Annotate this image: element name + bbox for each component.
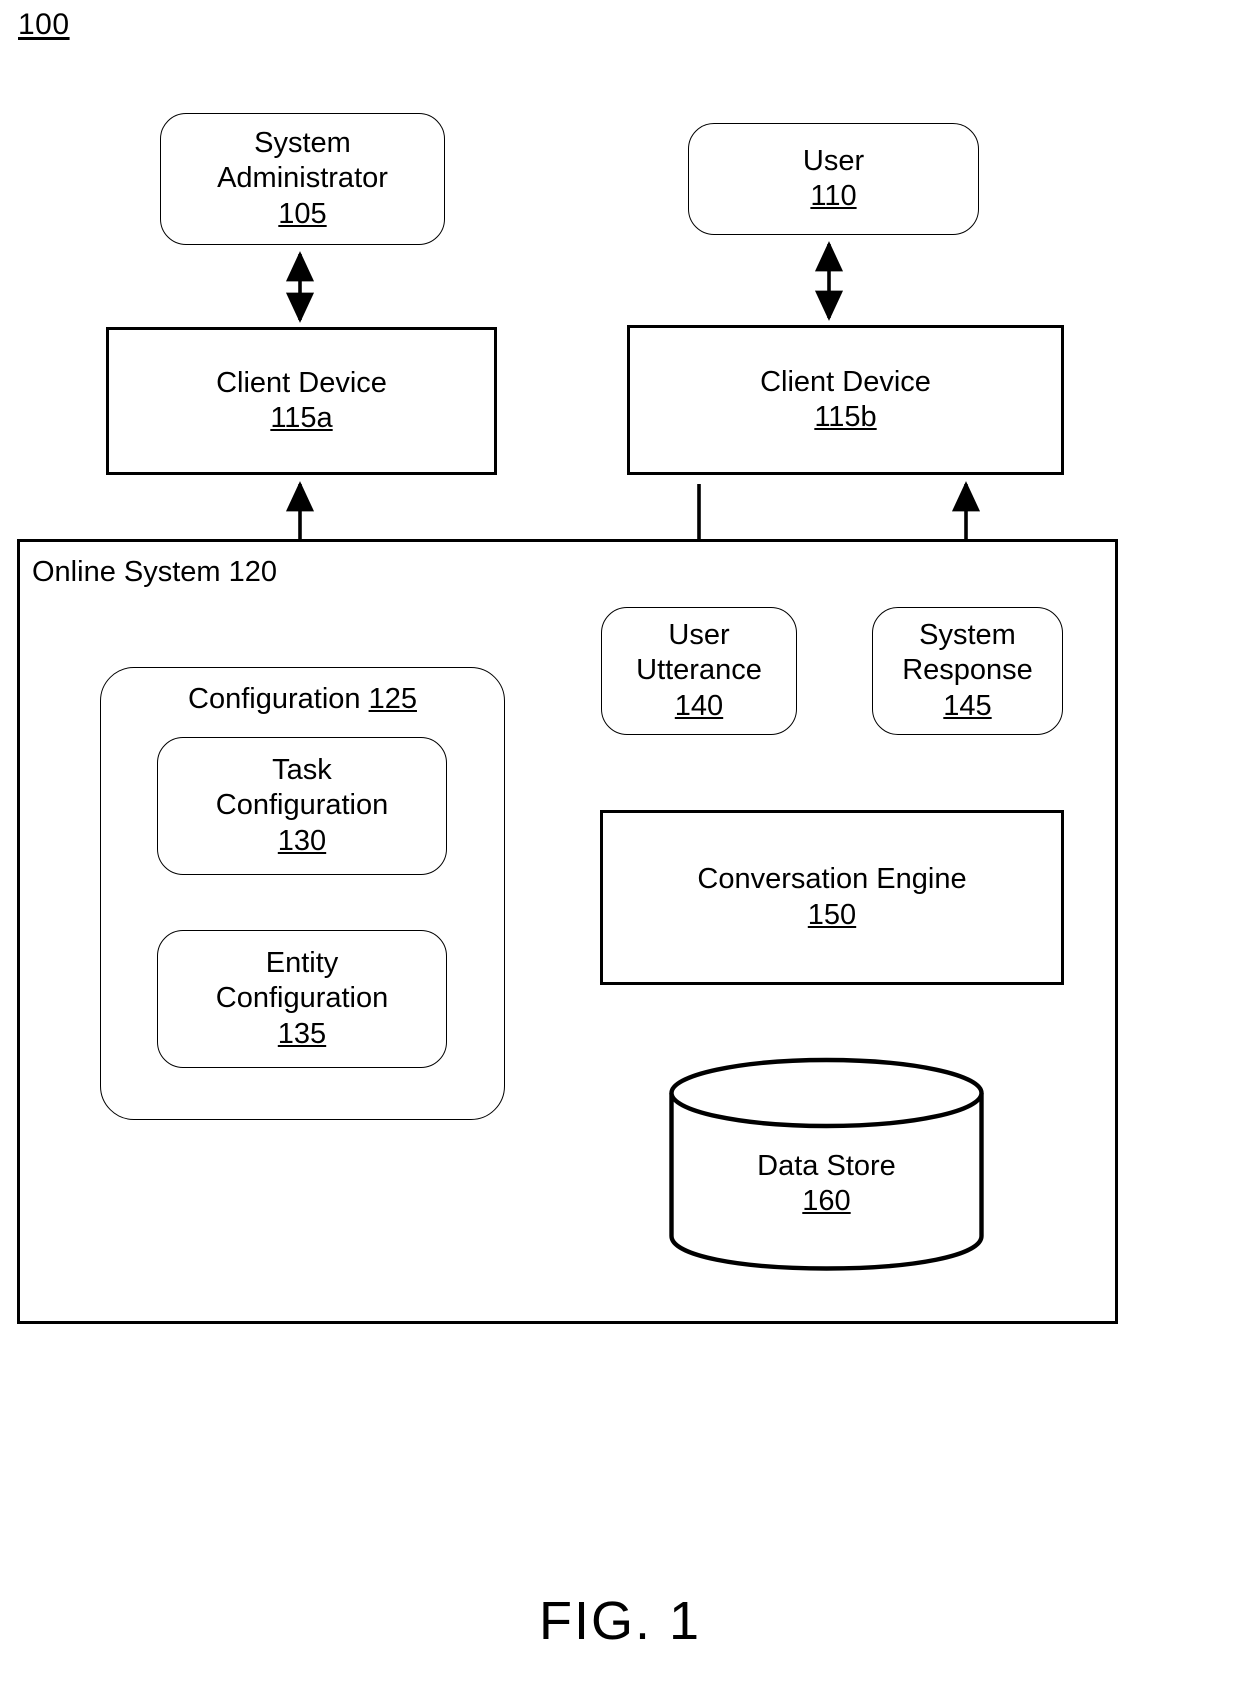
client-device-b-ref: 115b	[814, 401, 877, 433]
conversation-engine-label: Conversation Engine	[697, 863, 967, 896]
user-ref: 110	[810, 180, 857, 212]
online-system-label: Online System	[32, 556, 221, 588]
client-device-b-label: Client Device	[760, 365, 931, 398]
node-system-administrator: System Administrator 105	[160, 113, 445, 245]
node-user: User 110	[688, 123, 979, 235]
node-system-response: System Response 145	[872, 607, 1063, 735]
task-configuration-label: Task Configuration	[215, 753, 389, 822]
configuration-label: Configuration	[188, 683, 361, 715]
node-client-device-b: Client Device 115b	[627, 325, 1064, 475]
conversation-engine-ref: 150	[807, 898, 857, 931]
data-store-ref: 160	[802, 1185, 851, 1218]
figure-caption: FIG. 1	[538, 1591, 702, 1651]
user-label: User	[802, 144, 865, 177]
node-client-device-a: Client Device 115a	[106, 327, 497, 475]
data-store-text: Data Store 160	[668, 1149, 985, 1220]
entity-configuration-ref: 135	[277, 1017, 327, 1050]
online-system-title: Online System 120	[32, 556, 277, 589]
node-conversation-engine: Conversation Engine 150	[600, 810, 1064, 985]
user-utterance-ref: 140	[674, 689, 724, 722]
system-administrator-label: System Administrator	[217, 126, 388, 195]
system-response-label: System Response	[902, 618, 1033, 687]
task-configuration-ref: 130	[277, 824, 327, 857]
node-task-configuration: Task Configuration 130	[157, 737, 447, 875]
configuration-title: Configuration 125	[188, 682, 417, 717]
node-data-store: Data Store 160	[668, 1057, 985, 1272]
figure-canvas: 100 System Administrator 105 User 110 Cl…	[0, 0, 1240, 1698]
entity-configuration-label: Entity Configuration	[215, 946, 389, 1015]
user-utterance-label: User Utterance	[636, 618, 762, 687]
configuration-ref: 125	[368, 683, 417, 715]
client-device-a-ref: 115a	[270, 402, 333, 434]
online-system-ref: 120	[228, 556, 278, 588]
node-user-utterance: User Utterance 140	[601, 607, 797, 735]
client-device-a-label: Client Device	[216, 366, 387, 399]
system-administrator-ref: 105	[278, 197, 327, 230]
figure-number: 100	[18, 8, 70, 41]
system-response-ref: 145	[943, 689, 992, 722]
data-store-label: Data Store	[757, 1150, 896, 1182]
node-entity-configuration: Entity Configuration 135	[157, 930, 447, 1068]
